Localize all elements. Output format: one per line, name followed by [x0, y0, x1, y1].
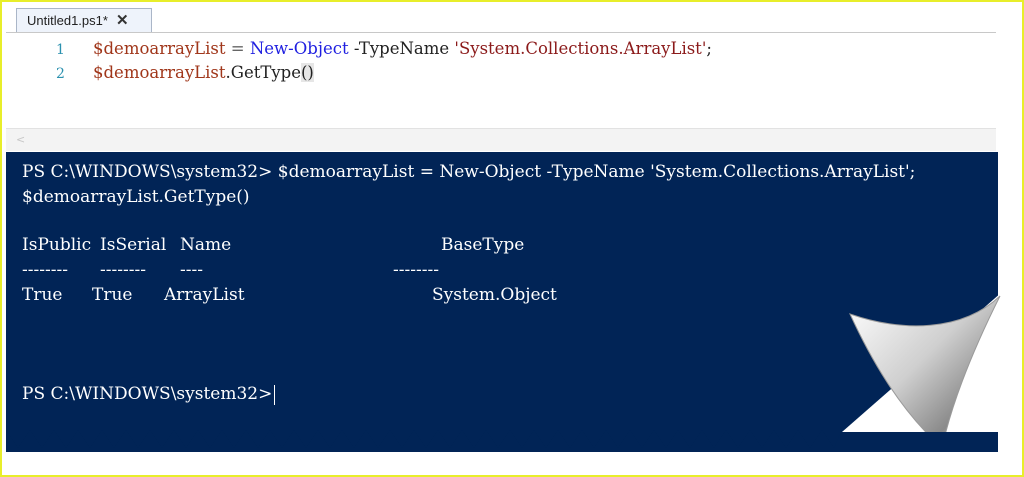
code-text: $demoarrayList = New-Object -TypeName 'S…: [93, 39, 712, 58]
console-command-line: PS C:\WINDOWS\system32> $demoarrayList =…: [22, 162, 916, 182]
torn-edge: [6, 420, 846, 448]
tab-untitled1[interactable]: Untitled1.ps1* ✕: [16, 8, 152, 32]
horizontal-scrollbar[interactable]: <: [6, 128, 996, 151]
cell-name: ArrayList: [164, 285, 245, 305]
column-header-ispublic: IsPublic: [22, 235, 92, 255]
column-separator: --------: [22, 260, 68, 280]
cell-isserial: True: [92, 285, 133, 305]
column-separator: ----: [180, 260, 203, 280]
editor-line: 2 $demoarrayList.GetType(): [6, 63, 314, 87]
column-header-name: Name: [180, 235, 232, 255]
column-separator: --------: [393, 260, 439, 280]
tab-bar: Untitled1.ps1* ✕: [6, 6, 996, 33]
cell-ispublic: True: [22, 285, 63, 305]
line-number: 2: [56, 66, 65, 82]
screenshot-frame: Untitled1.ps1* ✕ 1 $demoarrayList = New-…: [0, 0, 1024, 477]
column-header-isserial: IsSerial: [100, 235, 167, 255]
prompt-text: PS C:\WINDOWS\system32>: [22, 384, 273, 404]
close-icon[interactable]: ✕: [116, 13, 129, 28]
page-curl: [842, 292, 1002, 432]
script-editor[interactable]: 1 $demoarrayList = New-Object -TypeName …: [6, 33, 996, 127]
code-text: $demoarrayList.GetType(): [93, 63, 314, 82]
console-command-line-cont: $demoarrayList.GetType(): [22, 187, 250, 207]
column-separator: --------: [100, 260, 146, 280]
editor-line: 1 $demoarrayList = New-Object -TypeName …: [6, 39, 712, 63]
console-prompt: PS C:\WINDOWS\system32>: [22, 384, 276, 405]
column-header-basetype: BaseType: [441, 235, 525, 255]
cell-basetype: System.Object: [432, 285, 557, 305]
line-number: 1: [56, 42, 65, 58]
tab-label: Untitled1.ps1*: [27, 13, 108, 28]
chevron-left-icon[interactable]: <: [16, 133, 25, 146]
text-cursor: [274, 384, 276, 405]
